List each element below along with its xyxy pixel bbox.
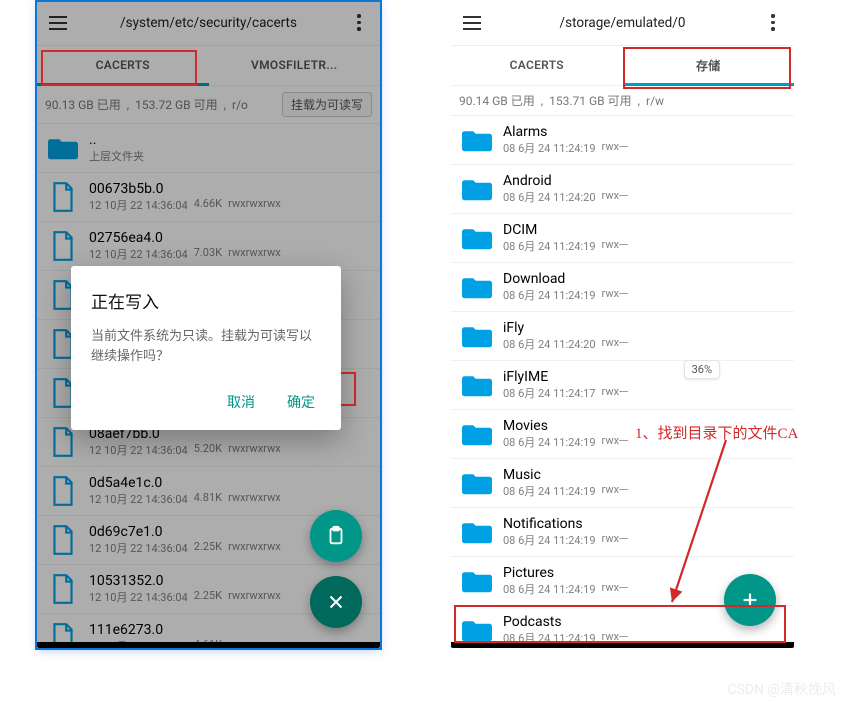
folder-icon	[461, 514, 493, 550]
free-text: 153.72 GB 可用	[135, 96, 218, 113]
dialog-cancel[interactable]: 取消	[221, 384, 261, 420]
tab-vmos[interactable]: VMOSFILETR...	[209, 46, 381, 84]
tab-storage[interactable]: 存储	[623, 46, 795, 84]
item-name: Android	[503, 173, 784, 189]
used-text: 90.14 GB 已用	[459, 92, 535, 109]
item-sub: 08 6月 24 11:24:20rwx---	[503, 336, 784, 352]
item-name: Alarms	[503, 124, 784, 140]
item-sub: 08 6月 24 11:24:19rwx---	[503, 532, 784, 548]
item-sub: 08 6月 24 11:24:19rwx---	[503, 434, 784, 450]
write-dialog: 正在写入 当前文件系统为只读。挂载为可读写以继续操作吗？ 取消 确定	[71, 266, 341, 430]
folder-icon	[461, 416, 493, 452]
item-name: 00673b5b.0	[89, 181, 370, 197]
list-item[interactable]: Music 08 6月 24 11:24:19rwx---	[451, 458, 794, 507]
watermark: CSDN @清秋挽风	[727, 679, 836, 699]
folder-icon	[461, 269, 493, 305]
path-title: /system/etc/security/cacerts	[71, 15, 346, 31]
menu-icon[interactable]	[459, 10, 485, 36]
item-sub: 08 6月 24 11:24:17rwx---	[503, 385, 784, 401]
tabs-left: CACERTS VMOSFILETR...	[37, 46, 380, 86]
list-item[interactable]: 0d5a4e1c.0 12 10月 22 14:36:044.81Krwxrwx…	[37, 466, 380, 515]
free-text: 153.71 GB 可用	[549, 92, 632, 109]
menu-icon[interactable]	[45, 10, 71, 36]
more-icon[interactable]	[346, 10, 372, 36]
list-item[interactable]: Android 08 6月 24 11:24:20rwx---	[451, 164, 794, 213]
fab-cancel[interactable]	[310, 576, 362, 628]
path-title: /storage/emulated/0	[485, 15, 760, 31]
folder-icon	[461, 367, 493, 403]
battery-chip: 36%	[684, 360, 720, 379]
item-sub: 12 10月 22 14:36:047.03Krwxrwxrwx	[89, 246, 370, 262]
storage-status: 90.14 GB 已用, 153.71 GB 可用, r/w	[451, 86, 794, 115]
tab-cacerts[interactable]: CACERTS	[37, 46, 209, 84]
file-icon	[47, 571, 79, 607]
folder-list: Alarms 08 6月 24 11:24:19rwx--- Android 0…	[451, 115, 794, 648]
list-item[interactable]: Notifications 08 6月 24 11:24:19rwx---	[451, 507, 794, 556]
item-sub: 12 10月 22 14:36:045.20Krwxrwxrwx	[89, 442, 370, 458]
item-sub: 08 6月 24 11:24:19rwx---	[503, 140, 784, 156]
item-name: Notifications	[503, 516, 784, 532]
used-text: 90.13 GB 已用	[45, 96, 121, 113]
list-item[interactable]: DCIM 08 6月 24 11:24:19rwx---	[451, 213, 794, 262]
item-name: iFly	[503, 320, 784, 336]
item-name: iFlyIME	[503, 369, 784, 385]
folder-icon	[47, 130, 79, 166]
list-item-parent[interactable]: .. 上层文件夹	[37, 123, 380, 172]
phone-left: /system/etc/security/cacerts CACERTS VMO…	[37, 0, 380, 648]
fab-add[interactable]	[724, 574, 776, 626]
list-item[interactable]: Movies 08 6月 24 11:24:19rwx---	[451, 409, 794, 458]
file-icon	[47, 522, 79, 558]
tabs-right: CACERTS 存储	[451, 46, 794, 86]
item-name: ..	[89, 132, 370, 148]
item-sub: 上层文件夹	[89, 148, 144, 164]
folder-icon	[461, 220, 493, 256]
file-icon	[47, 473, 79, 509]
item-name: 02756ea4.0	[89, 230, 370, 246]
dialog-body: 当前文件系统为只读。挂载为可读写以继续操作吗？	[91, 327, 321, 366]
list-item[interactable]: Alarms 08 6月 24 11:24:19rwx---	[451, 115, 794, 164]
item-name: DCIM	[503, 222, 784, 238]
list-item[interactable]: 00673b5b.0 12 10月 22 14:36:044.66Krwxrwx…	[37, 172, 380, 221]
appbar-right: /storage/emulated/0	[451, 0, 794, 46]
folder-icon	[461, 171, 493, 207]
folder-icon	[461, 122, 493, 158]
list-item[interactable]: iFlyIME 08 6月 24 11:24:17rwx---	[451, 360, 794, 409]
file-icon	[47, 228, 79, 264]
list-item[interactable]: 02756ea4.0 12 10月 22 14:36:047.03Krwxrwx…	[37, 221, 380, 270]
item-name: Download	[503, 271, 784, 287]
dialog-ok[interactable]: 确定	[281, 384, 321, 420]
item-sub: 12 10月 22 14:36:044.66Krwxrwxrwx	[89, 197, 370, 213]
item-name: 0d5a4e1c.0	[89, 475, 370, 491]
mode-text: r/o	[232, 98, 248, 112]
appbar-left: /system/etc/security/cacerts	[37, 0, 380, 46]
folder-icon	[461, 465, 493, 501]
dialog-title: 正在写入	[91, 288, 321, 313]
tab-cacerts[interactable]: CACERTS	[451, 46, 623, 84]
storage-status: 90.13 GB 已用, 153.72 GB 可用, r/o 挂载为可读写	[37, 86, 380, 123]
list-item[interactable]: iFly 08 6月 24 11:24:20rwx---	[451, 311, 794, 360]
phone-right: /storage/emulated/0 CACERTS 存储 90.14 GB …	[451, 0, 794, 648]
item-sub: 12 10月 22 14:36:044.81Krwxrwxrwx	[89, 491, 370, 507]
file-icon	[47, 179, 79, 215]
more-icon[interactable]	[760, 10, 786, 36]
mount-rw-chip[interactable]: 挂载为可读写	[282, 92, 372, 117]
item-sub: 08 6月 24 11:24:19rwx---	[503, 287, 784, 303]
folder-icon	[461, 318, 493, 354]
list-item[interactable]: Download 08 6月 24 11:24:19rwx---	[451, 262, 794, 311]
mode-text: r/w	[646, 94, 664, 108]
folder-icon	[461, 563, 493, 599]
item-sub: 08 6月 24 11:24:19rwx---	[503, 238, 784, 254]
item-name: Movies	[503, 418, 784, 434]
item-sub: 08 6月 24 11:24:20rwx---	[503, 189, 784, 205]
item-name: Music	[503, 467, 784, 483]
fab-paste[interactable]	[310, 510, 362, 562]
item-sub: 08 6月 24 11:24:19rwx---	[503, 483, 784, 499]
